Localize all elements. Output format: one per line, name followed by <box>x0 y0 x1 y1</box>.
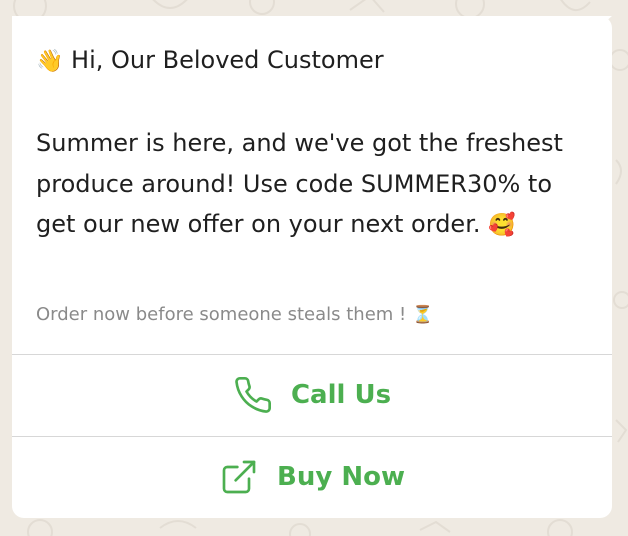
message-bubble: 👋 Hi, Our Beloved Customer Summer is her… <box>12 16 612 518</box>
call-us-button[interactable]: Call Us <box>12 355 612 435</box>
smiling-face-with-hearts-icon: 🥰 <box>488 213 516 238</box>
phone-icon <box>233 375 273 415</box>
greeting-text: Hi, Our Beloved Customer <box>71 46 384 74</box>
message-body: Summer is here, and we've got the freshe… <box>36 123 596 247</box>
waving-hand-icon: 👋 <box>36 49 64 74</box>
hourglass-icon: ⏳ <box>412 305 434 325</box>
buy-now-button[interactable]: Buy Now <box>12 437 612 517</box>
buy-now-label: Buy Now <box>277 462 405 492</box>
footer-text: Order now before someone steals them ! <box>36 304 407 325</box>
message-footer: Order now before someone steals them ! ⏳ <box>36 303 433 327</box>
call-us-label: Call Us <box>290 380 392 410</box>
message-body-text: Summer is here, and we've got the freshe… <box>36 129 563 238</box>
external-link-icon <box>219 457 259 497</box>
greeting-line: 👋 Hi, Our Beloved Customer <box>36 44 384 78</box>
